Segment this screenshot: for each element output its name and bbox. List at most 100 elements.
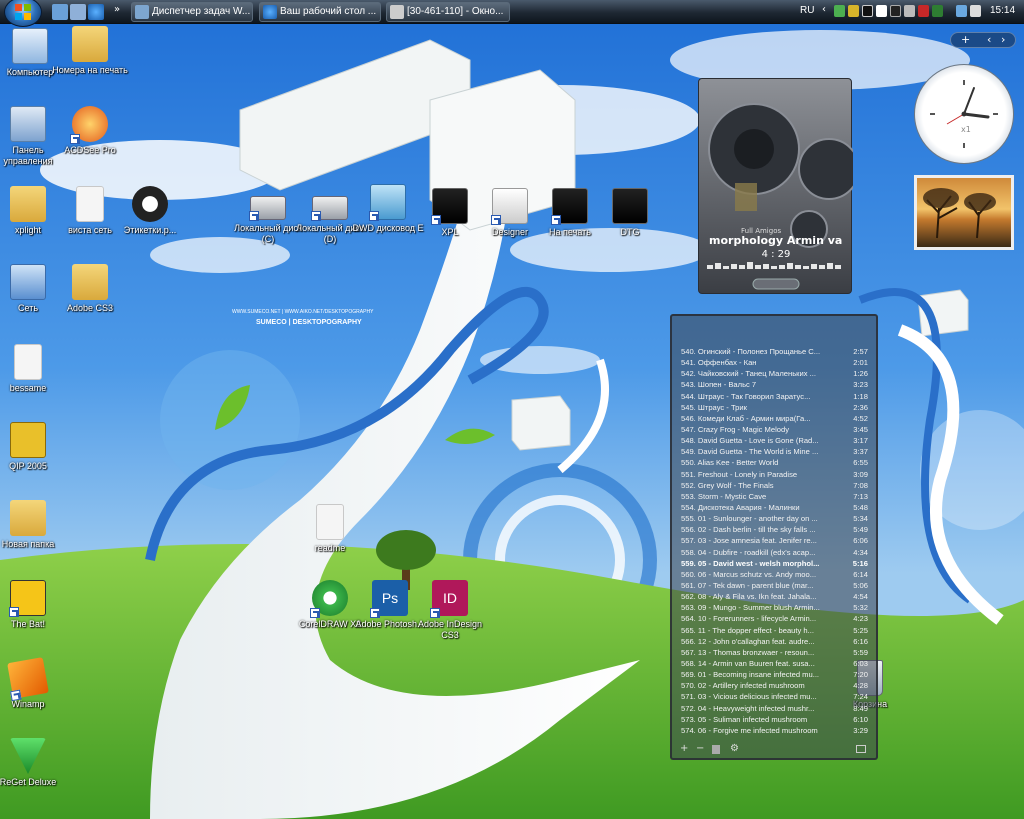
- playlist-item[interactable]: 554. Дискотека Авария - Малинки 5:48: [672, 502, 876, 513]
- playlist-item[interactable]: 557. 03 - Jose amnesia feat. Jenifer re.…: [672, 535, 876, 546]
- playlist-item-title: 556. 02 - Dash berlin - till the sky fal…: [681, 525, 816, 535]
- playlist-folder-icon[interactable]: [856, 745, 866, 753]
- playlist-item[interactable]: 558. 04 - Dubfire - roadkill (edx's acap…: [672, 547, 876, 558]
- tray-media-icon[interactable]: [862, 5, 873, 17]
- internet-explorer-icon[interactable]: [88, 4, 104, 20]
- network-icon[interactable]: [956, 5, 967, 17]
- taskbar-clock[interactable]: 15:14: [990, 5, 1015, 16]
- playlist-item[interactable]: 546. Комеди Клаб - Армин мира(Га... 4:52: [672, 413, 876, 424]
- playlist-clear-icon[interactable]: [712, 745, 720, 754]
- playlist-item[interactable]: 574. 06 - Forgive me infected mushroom 3:…: [672, 725, 876, 736]
- language-indicator[interactable]: RU: [800, 5, 814, 16]
- playlist-item[interactable]: 561. 07 - Tek dawn - parent blue (mar...…: [672, 580, 876, 591]
- desktop-icon-readme[interactable]: readme: [292, 504, 368, 554]
- desktop-icon-winamp[interactable]: Winamp: [0, 657, 66, 710]
- tray-qip-icon[interactable]: [848, 5, 859, 17]
- playlist-item-duration: 3:09: [853, 469, 868, 479]
- playlist-item[interactable]: 555. 01 - Sunlounger - another day on ..…: [672, 513, 876, 524]
- playlist-item-duration: 1:26: [853, 369, 868, 379]
- desktop-icon-indesign[interactable]: ID Adobe InDesign CS3: [412, 580, 488, 641]
- playlist-item[interactable]: 543. Шопен - Вальс 7 3:23: [672, 379, 876, 390]
- desktop-icon-labels[interactable]: Этикетки.р...: [112, 186, 188, 236]
- clock-gadget[interactable]: x1: [914, 64, 1014, 164]
- slideshow-gadget[interactable]: [914, 175, 1014, 250]
- taskbar-task-2[interactable]: Ваш рабочий стол ...: [259, 2, 381, 22]
- playlist-item[interactable]: 541. Оффенбах - Кан 2:01: [672, 357, 876, 368]
- playlist-item[interactable]: 559. 05 - David west - welsh morphol... 5…: [672, 558, 876, 569]
- playlist-item-duration: 2:01: [853, 358, 868, 368]
- playlist-settings-icon[interactable]: ⚙: [730, 743, 739, 754]
- playlist-item[interactable]: 573. 05 - Suliman infected mushroom 6:10: [672, 714, 876, 725]
- playlist-item[interactable]: 549. David Guetta - The World is Mine ..…: [672, 446, 876, 457]
- playlist-add-icon[interactable]: +: [680, 743, 688, 754]
- playlist-item[interactable]: 567. 13 - Thomas bronzwaer - resoun... 5:…: [672, 647, 876, 658]
- playlist-item[interactable]: 560. 06 - Marcus schutz vs. Andy moo... 6…: [672, 569, 876, 580]
- playlist-item[interactable]: 550. Alias Kee - Better World 6:55: [672, 457, 876, 468]
- playlist-item[interactable]: 553. Storm - Mystic Cave 7:13: [672, 491, 876, 502]
- desktop-icon-acdsee[interactable]: ACDSee Pro: [52, 106, 128, 156]
- acdsee-icon: [70, 106, 108, 144]
- black-folder-icon: [431, 188, 468, 225]
- tray-expand-icon[interactable]: ‹: [822, 4, 826, 15]
- playlist-item[interactable]: 572. 04 - Heavyweight infected mushr... 8…: [672, 703, 876, 714]
- playlist-item-duration: 5:16: [852, 558, 868, 568]
- playlist-item[interactable]: 569. 01 - Becoming insane infected mu...…: [672, 669, 876, 680]
- shortcut-arrow-icon: [491, 215, 501, 225]
- playlist-item[interactable]: 565. 11 - The dopper effect - beauty h..…: [672, 625, 876, 636]
- tray-antivirus-icon[interactable]: [918, 5, 929, 17]
- tray-document-icon[interactable]: [876, 5, 887, 17]
- quicklaunch-chevron-icon[interactable]: »: [114, 4, 120, 15]
- shortcut-arrow-icon: [430, 608, 440, 618]
- playlist-item[interactable]: 568. 14 - Armin van Buuren feat. susa...…: [672, 658, 876, 669]
- playlist-item[interactable]: 544. Штраус - Так Говорил Заратус... 1:18: [672, 391, 876, 402]
- volume-icon[interactable]: [970, 5, 981, 17]
- sidebar-add-gadget-button[interactable]: +: [961, 33, 970, 47]
- playlist-item[interactable]: 570. 02 - Artillery infected mushroom 4:2…: [672, 680, 876, 691]
- playlist-item-duration: 3:45: [853, 424, 868, 434]
- playlist-item-title: 557. 03 - Jose amnesia feat. Jenifer re.…: [681, 536, 817, 546]
- desktop-icon-qip[interactable]: QIP 2005: [0, 422, 66, 472]
- playlist-item[interactable]: 552. Grey Wolf - The Finals 7:08: [672, 480, 876, 491]
- tray-app-icon[interactable]: [834, 5, 845, 17]
- playlist-item[interactable]: 564. 10 - Forerunners - lifecycle Armin.…: [672, 613, 876, 624]
- playlist-item-duration: 6:10: [853, 714, 868, 724]
- desktop-icon-the-bat[interactable]: The Bat!: [0, 580, 66, 630]
- tray-utility-icon[interactable]: [904, 5, 915, 17]
- player-time: 4 : 29: [761, 249, 791, 260]
- playlist-item[interactable]: 547. Crazy Frog - Magic Melody 3:45: [672, 424, 876, 435]
- desktop-icon-dtg[interactable]: DTG: [592, 188, 668, 238]
- desktop-icon-reget[interactable]: ReGet Deluxe: [0, 738, 66, 788]
- show-desktop-icon[interactable]: [52, 4, 68, 20]
- playlist-item-title: 559. 05 - David west - welsh morphol...: [681, 558, 820, 568]
- black-folder-icon: [551, 188, 588, 225]
- playlist-item[interactable]: 548. David Guetta - Love is Gone (Rad...…: [672, 435, 876, 446]
- tray-player-icon[interactable]: [890, 5, 901, 17]
- desktop-icon-new-folder[interactable]: Новая папка: [0, 500, 66, 550]
- sidebar-prev-icon[interactable]: ‹: [987, 33, 991, 47]
- desktop-icon-bessame[interactable]: bessame: [0, 344, 66, 394]
- playlist-remove-icon[interactable]: −: [696, 743, 704, 754]
- taskbar-task-1[interactable]: Диспетчер задач W...: [131, 2, 253, 22]
- playlist-item-title: 550. Alias Kee - Better World: [681, 458, 779, 468]
- taskbar-task-3[interactable]: [30-461-110] - Окно...: [386, 2, 510, 22]
- media-player-gadget[interactable]: Full Amigos morphology Armin va 4 : 29: [698, 78, 853, 294]
- playlist-item[interactable]: 545. Штраус - Трик 2:36: [672, 402, 876, 413]
- playlist-item[interactable]: 562. 08 - Aly & Fila vs. Ikn feat. Jahal…: [672, 591, 876, 602]
- playlist-item[interactable]: 563. 09 - Mungo - Summer blush Armin... 5…: [672, 602, 876, 613]
- sidebar-next-icon[interactable]: ›: [1001, 33, 1005, 47]
- start-button[interactable]: [4, 0, 42, 27]
- desktop-icon-adobe-cs3[interactable]: Adobe CS3: [52, 264, 128, 314]
- playlist-item[interactable]: 540. Огинский - Полонез Прощанье С... 2:5…: [672, 346, 876, 357]
- playlist-item[interactable]: 571. 03 - Vicious delicious infected mu.…: [672, 691, 876, 702]
- playlist-item[interactable]: 556. 02 - Dash berlin - till the sky fal…: [672, 524, 876, 535]
- sidebar-controls[interactable]: + ‹ ›: [950, 32, 1016, 48]
- switch-windows-icon[interactable]: [70, 4, 86, 20]
- playlist-item-duration: 2:57: [853, 347, 868, 356]
- playlist-item[interactable]: 551. Freshout - Lonely in Paradise 3:09: [672, 469, 876, 480]
- tray-update-icon[interactable]: [932, 5, 943, 17]
- playlist-item[interactable]: 542. Чайковский - Танец Маленьких ... 1:2…: [672, 368, 876, 379]
- desktop-icon-print-numbers[interactable]: Номера на печать: [52, 26, 128, 76]
- playlist-gadget[interactable]: 540. Огинский - Полонез Прощанье С... 2:5…: [670, 314, 878, 760]
- playlist-item-title: 563. 09 - Mungo - Summer blush Armin...: [681, 603, 820, 613]
- playlist-item[interactable]: 566. 12 - John o'callaghan feat. audre..…: [672, 636, 876, 647]
